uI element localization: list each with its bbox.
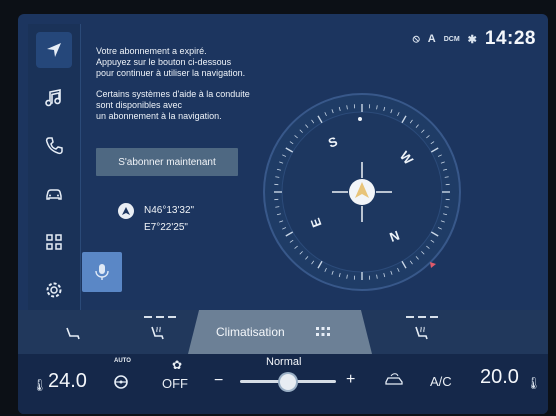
sidebar-item-music[interactable] xyxy=(36,80,72,116)
phone-icon xyxy=(45,137,63,155)
fan-mode-label: Normal xyxy=(266,356,302,368)
apps-grid-icon xyxy=(46,234,62,250)
message-line: Appuyez sur le bouton ci-dessous xyxy=(96,57,232,67)
sidebar-item-phone[interactable] xyxy=(36,128,72,164)
sidebar-item-apps[interactable] xyxy=(36,224,72,260)
microphone-icon xyxy=(95,264,109,280)
climate-menu-button[interactable] xyxy=(314,324,332,347)
steering-wheel-heat-icon xyxy=(114,375,128,389)
seat-heat-level xyxy=(144,316,152,318)
clock: 14:28 xyxy=(484,28,536,49)
left-temperature[interactable]: 24.0 xyxy=(48,370,87,393)
message-line: pour continuer à utiliser la navigation. xyxy=(96,68,246,78)
fan-icon: ✿ xyxy=(172,358,183,372)
thermometer-icon: 🌡︎ xyxy=(526,376,542,390)
infotainment-screen: ⦸ A DCM ✱ 14:28 Votre abonnement a expir… xyxy=(18,14,548,414)
indicator-dcm: DCM xyxy=(443,35,460,43)
car-recirculation-icon xyxy=(385,373,403,385)
seat-recline-button[interactable] xyxy=(64,324,82,347)
ac-button[interactable]: A/C xyxy=(430,374,452,389)
seat-heat-icon xyxy=(151,326,164,340)
indicator-a: A xyxy=(427,33,436,45)
fan-slider-knob[interactable] xyxy=(280,374,296,390)
seat-recline-icon xyxy=(66,327,80,340)
auto-label: AUTO xyxy=(114,358,131,364)
latitude: N46°13'32" xyxy=(144,205,195,216)
coordinates: N46°13'32" E7°22'25" xyxy=(144,202,194,236)
fan-off-button[interactable]: OFF xyxy=(162,376,188,391)
seat-heat-left-button[interactable] xyxy=(148,324,166,347)
seat-heat-level xyxy=(156,316,164,318)
voice-button[interactable] xyxy=(82,252,122,292)
seat-heat-right-button[interactable] xyxy=(412,324,430,347)
longitude: E7°22'25" xyxy=(144,222,188,233)
seat-heat-level xyxy=(168,316,176,318)
sidebar-item-settings[interactable] xyxy=(36,272,72,308)
seat-heat-level xyxy=(430,316,438,318)
message-line: sont disponibles avec xyxy=(96,100,183,110)
music-note-icon xyxy=(45,89,61,107)
grid-icon xyxy=(316,327,330,336)
status-bar: ⦸ A DCM ✱ 14:28 xyxy=(413,28,536,50)
message-line: Votre abonnement a expiré. xyxy=(96,46,207,56)
seat-heat-level xyxy=(406,316,414,318)
recirculation-button[interactable] xyxy=(382,370,406,393)
location-off-icon: ⦸ xyxy=(412,32,420,45)
sidebar-item-car[interactable] xyxy=(36,176,72,212)
bluetooth-icon: ✱ xyxy=(467,33,477,46)
subscription-message: Votre abonnement a expiré. Appuyez sur l… xyxy=(96,46,286,132)
gear-icon xyxy=(46,282,62,298)
position-icon xyxy=(118,203,134,219)
compass: S W N E xyxy=(263,93,461,291)
fan-plus-button[interactable]: + xyxy=(346,371,355,389)
seat-heat-level xyxy=(418,316,426,318)
message-line: Certains systèmes d'aide à la conduite xyxy=(96,89,250,99)
sidebar-item-navigation[interactable] xyxy=(36,32,72,68)
climate-label: Climatisation xyxy=(216,325,285,339)
message-line: un abonnement à la navigation. xyxy=(96,111,222,121)
right-temperature[interactable]: 20.0 xyxy=(480,366,519,389)
car-icon xyxy=(46,189,62,200)
subscribe-button[interactable]: S'abonner maintenant xyxy=(96,148,238,176)
fan-minus-button[interactable]: − xyxy=(214,372,223,390)
thermometer-icon: 🌡︎ xyxy=(32,378,48,392)
steering-heat-button[interactable] xyxy=(112,372,130,395)
navigation-arrow-icon xyxy=(47,43,61,57)
seat-heat-icon xyxy=(415,326,428,340)
sidebar xyxy=(28,24,81,316)
